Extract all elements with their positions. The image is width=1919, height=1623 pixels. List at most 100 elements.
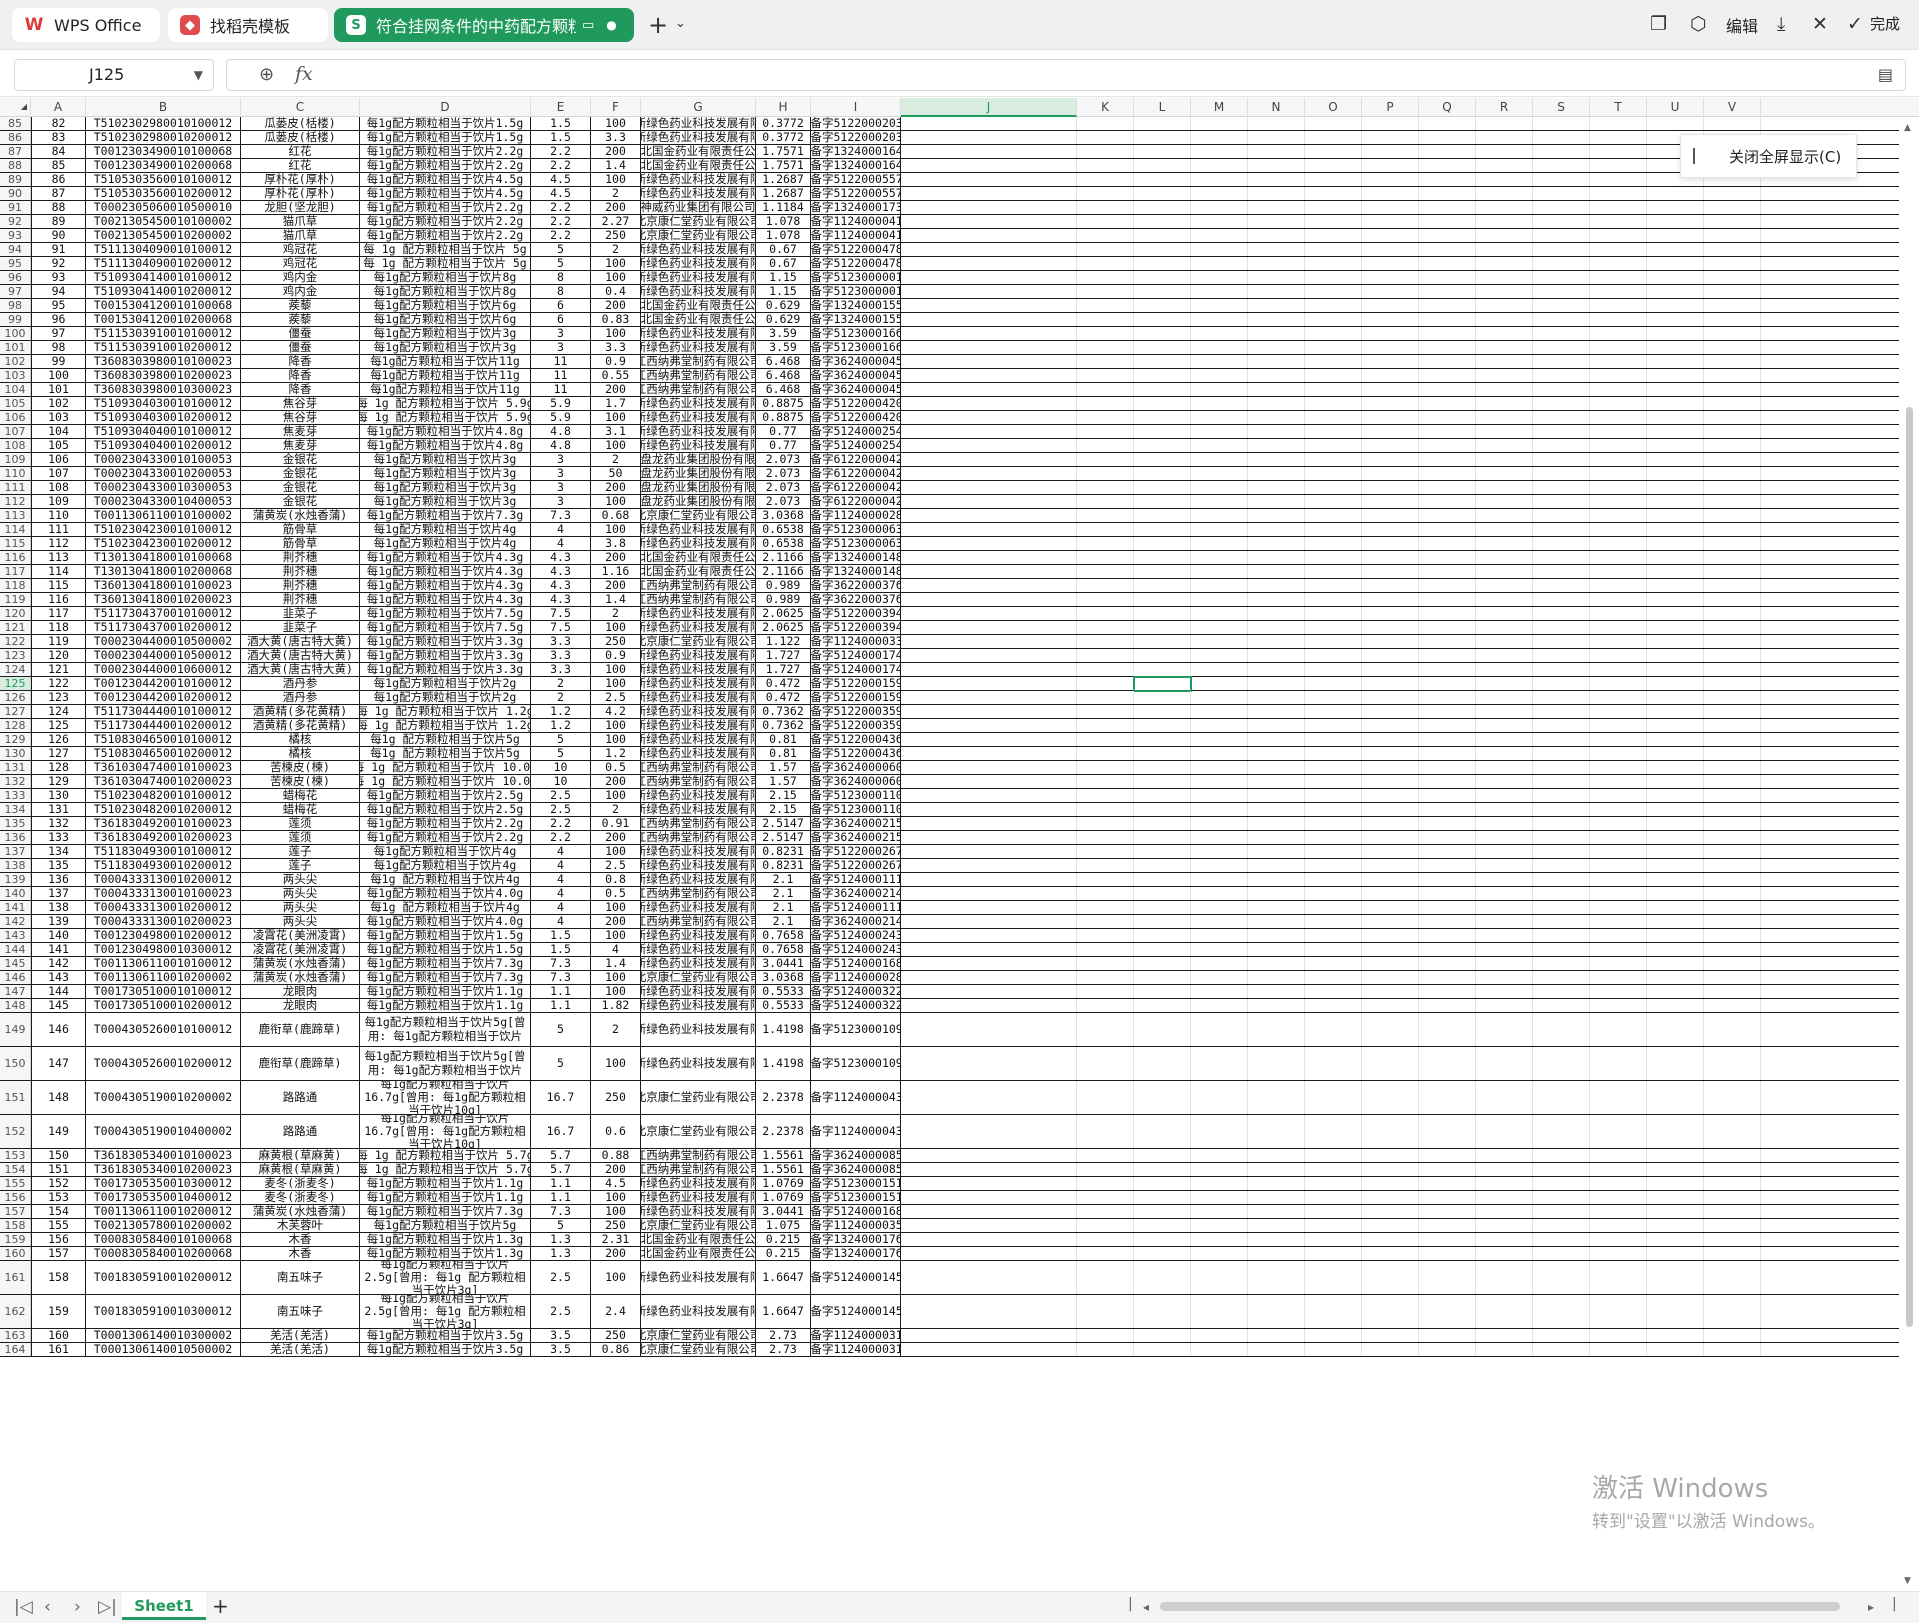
herb-name-cell[interactable]: 木香 (241, 1247, 360, 1260)
qty-cell[interactable]: 0.6 (591, 1115, 641, 1148)
spec-cell[interactable]: 每1g配方颗粒相当于饮片4.5g (360, 187, 531, 200)
seq-cell[interactable]: 95 (31, 299, 86, 312)
seq-cell[interactable]: 129 (31, 775, 86, 788)
ratio-cell[interactable]: 16.7 (531, 1081, 591, 1114)
empty-cell[interactable] (1305, 201, 1362, 214)
empty-cell[interactable] (1533, 495, 1590, 508)
empty-cell[interactable] (1362, 215, 1419, 228)
code-cell[interactable]: T0018305910010300012 (86, 1295, 241, 1328)
empty-cell[interactable] (1533, 187, 1590, 200)
empty-cell[interactable] (1533, 313, 1590, 326)
row-number[interactable]: 141 (0, 901, 31, 914)
empty-cell[interactable] (1305, 1295, 1362, 1328)
empty-cell[interactable] (1077, 719, 1134, 732)
record-cell[interactable]: 上市备字1324000155000 (811, 299, 901, 312)
seq-cell[interactable]: 128 (31, 761, 86, 774)
code-cell[interactable]: T0002304400010600012 (86, 663, 241, 676)
empty-cell[interactable] (1191, 425, 1248, 438)
empty-cell[interactable] (1533, 159, 1590, 172)
empty-cell[interactable] (1647, 985, 1704, 998)
empty-cell[interactable] (1533, 369, 1590, 382)
empty-cell[interactable] (1134, 131, 1191, 144)
empty-cell[interactable] (1305, 299, 1362, 312)
empty-cell[interactable] (1647, 1047, 1704, 1080)
seq-cell[interactable]: 148 (31, 1081, 86, 1114)
empty-cell[interactable] (1077, 257, 1134, 270)
empty-cell[interactable] (1704, 677, 1761, 690)
empty-cell[interactable] (1305, 901, 1362, 914)
empty-cell[interactable] (1533, 173, 1590, 186)
spec-cell[interactable]: 每 1g 配方颗粒相当于饮片 1.2g (360, 719, 531, 732)
qty-cell[interactable]: 100 (591, 621, 641, 634)
empty-cell[interactable] (1590, 439, 1647, 452)
price-cell[interactable]: 6.468 (756, 355, 811, 368)
row-number[interactable]: 137 (0, 845, 31, 858)
empty-cell[interactable] (1590, 859, 1647, 872)
empty-cell[interactable] (1419, 201, 1476, 214)
herb-name-cell[interactable]: 蒺藜 (241, 299, 360, 312)
empty-cell[interactable] (1305, 439, 1362, 452)
empty-cell[interactable] (901, 215, 1077, 228)
code-cell[interactable]: T0015304120010200068 (86, 313, 241, 326)
empty-cell[interactable] (1305, 1177, 1362, 1190)
empty-cell[interactable] (1305, 523, 1362, 536)
empty-cell[interactable] (1362, 1163, 1419, 1176)
empty-cell[interactable] (1362, 1205, 1419, 1218)
company-cell[interactable]: 北京康仁堂药业有限公司 (641, 229, 756, 242)
empty-cell[interactable] (1590, 523, 1647, 536)
empty-cell[interactable] (1533, 355, 1590, 368)
empty-cell[interactable] (1647, 1295, 1704, 1328)
code-cell[interactable]: T3608303980010100023 (86, 355, 241, 368)
herb-name-cell[interactable]: 麦冬(浙麦冬) (241, 1177, 360, 1190)
table-row[interactable]: 144 141 T0012304980010300012 凌霄花(美洲凌霄) 每1g配方… (0, 943, 1919, 957)
price-cell[interactable]: 1.122 (756, 635, 811, 648)
empty-cell[interactable] (1533, 551, 1590, 564)
empty-cell[interactable] (1533, 649, 1590, 662)
empty-cell[interactable] (1077, 565, 1134, 578)
record-cell[interactable]: 上市备字5122000159000 (811, 691, 901, 704)
empty-cell[interactable] (1362, 929, 1419, 942)
empty-cell[interactable] (1704, 803, 1761, 816)
row-number[interactable]: 108 (0, 439, 31, 452)
empty-cell[interactable] (1134, 635, 1191, 648)
record-cell[interactable]: 上市备字5122000478000 (811, 243, 901, 256)
empty-cell[interactable] (1476, 635, 1533, 648)
empty-cell[interactable] (1647, 943, 1704, 956)
empty-cell[interactable] (1305, 607, 1362, 620)
record-cell[interactable]: 上市备字3624000085000 (811, 1149, 901, 1162)
empty-cell[interactable] (1248, 803, 1305, 816)
empty-cell[interactable] (1362, 1247, 1419, 1260)
empty-cell[interactable] (1704, 789, 1761, 802)
empty-cell[interactable] (1362, 1343, 1419, 1356)
herb-name-cell[interactable]: 红花 (241, 145, 360, 158)
code-cell[interactable]: T0001306140010500002 (86, 1343, 241, 1356)
column-header-s[interactable]: S (1533, 98, 1590, 117)
empty-cell[interactable] (1704, 943, 1761, 956)
empty-cell[interactable] (1305, 537, 1362, 550)
empty-cell[interactable] (1533, 915, 1590, 928)
empty-cell[interactable] (1362, 887, 1419, 900)
herb-name-cell[interactable]: 苦楝皮(楝) (241, 775, 360, 788)
empty-cell[interactable] (901, 845, 1077, 858)
seq-cell[interactable]: 142 (31, 957, 86, 970)
empty-cell[interactable] (1362, 1329, 1419, 1342)
empty-cell[interactable] (1191, 1081, 1248, 1114)
qty-cell[interactable]: 4 (591, 943, 641, 956)
empty-cell[interactable] (1362, 397, 1419, 410)
empty-cell[interactable] (1419, 719, 1476, 732)
row-number[interactable]: 100 (0, 327, 31, 340)
code-cell[interactable]: T5118304930010200012 (86, 859, 241, 872)
empty-cell[interactable] (1533, 1343, 1590, 1356)
row-number[interactable]: 149 (0, 1013, 31, 1046)
record-cell[interactable]: 上市备字5123000110000 (811, 789, 901, 802)
empty-cell[interactable] (1704, 873, 1761, 886)
empty-cell[interactable] (1077, 971, 1134, 984)
company-cell[interactable]: 四川新绿色药业科技发展有限公司 (641, 691, 756, 704)
empty-cell[interactable] (1533, 1329, 1590, 1342)
empty-cell[interactable] (1419, 1343, 1476, 1356)
price-cell[interactable]: 2.073 (756, 495, 811, 508)
ratio-cell[interactable]: 2.2 (531, 201, 591, 214)
empty-cell[interactable] (1647, 1343, 1704, 1356)
empty-cell[interactable] (1647, 215, 1704, 228)
table-row[interactable]: 159 156 T0008305840010100068 木香 每1g配方颗粒相当于饮片… (0, 1233, 1919, 1247)
